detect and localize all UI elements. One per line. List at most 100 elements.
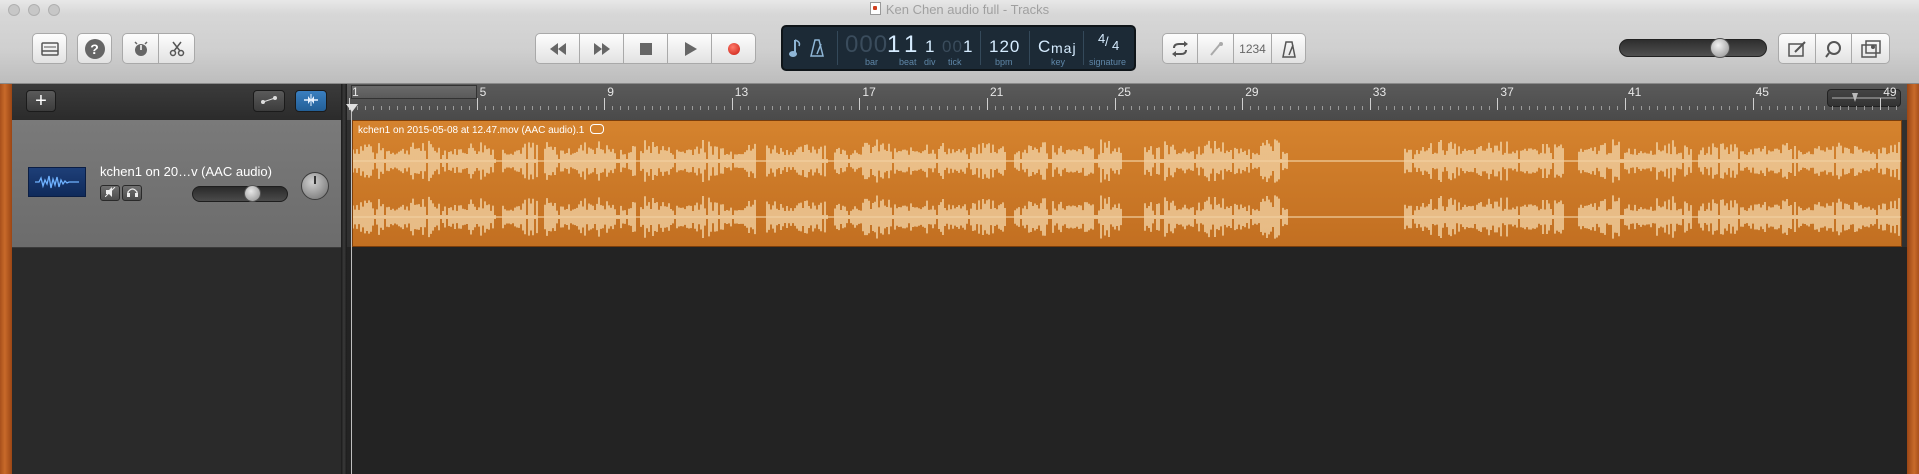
ruler-minor-tick (827, 106, 829, 110)
document-icon (869, 2, 881, 15)
metronome-icon (1281, 40, 1297, 58)
ruler-minor-tick (1744, 106, 1746, 110)
bar-ruler[interactable]: 1 5 9 13 17 21 25 29 33 37 41 45 49 (347, 84, 1907, 121)
ruler-minor-tick (1433, 106, 1435, 110)
ruler-major-tick (1625, 98, 1626, 110)
record-icon (727, 42, 740, 55)
ruler-bar-number: 13 (734, 85, 749, 99)
mute-button[interactable] (100, 185, 120, 201)
notepad-button[interactable] (1778, 33, 1816, 64)
metronome-button[interactable] (1272, 33, 1306, 64)
ruler-minor-tick (675, 106, 677, 110)
ruler-minor-tick (636, 106, 638, 110)
fast-forward-button[interactable] (580, 33, 624, 64)
ruler-minor-tick (1409, 106, 1411, 110)
editors-button[interactable] (159, 33, 195, 64)
ruler-bar-number: 37 (1500, 85, 1514, 99)
media-browser-button[interactable] (1852, 33, 1890, 64)
quick-help-button[interactable]: ? (77, 33, 112, 64)
track-name[interactable]: kchen1 on 20…v (AAC audio) (100, 164, 272, 179)
lcd-key-root[interactable]: C (1038, 37, 1051, 57)
master-volume-knob[interactable] (1709, 38, 1730, 58)
cycle-button[interactable] (1162, 33, 1198, 64)
ruler-minor-tick (1074, 106, 1076, 110)
ruler-minor-tick (963, 106, 965, 110)
ruler-minor-tick (1329, 106, 1331, 110)
ruler-minor-tick (1784, 106, 1786, 110)
library-icon (40, 41, 59, 56)
ruler-minor-tick (1082, 106, 1084, 110)
ruler-minor-tick (803, 106, 805, 110)
ruler-minor-tick (1026, 106, 1028, 110)
loop-browser-button[interactable] (1816, 33, 1852, 64)
record-button[interactable] (712, 33, 756, 64)
track-volume-knob[interactable] (244, 185, 262, 202)
ruler-minor-tick (1672, 106, 1674, 110)
ruler-minor-tick (1513, 106, 1515, 110)
track-volume-slider[interactable] (192, 185, 288, 202)
cycle-region[interactable] (351, 85, 477, 99)
play-button[interactable] (668, 33, 712, 64)
add-track-button[interactable]: + (26, 90, 56, 112)
rewind-button[interactable] (535, 33, 580, 64)
ruler-bar-number: 5 (479, 85, 487, 99)
playhead[interactable] (351, 104, 352, 474)
ruler-bar-number: 17 (862, 85, 876, 99)
ruler-major-tick (1497, 98, 1499, 110)
stop-button[interactable] (624, 33, 668, 64)
ruler-minor-tick (612, 106, 614, 110)
ruler-minor-tick (1282, 106, 1284, 110)
lcd-signature-bottom[interactable]: 4 (1112, 38, 1120, 53)
audio-region[interactable]: kchen1 on 2015-05-08 at 12.47.mov (AAC a… (352, 120, 1902, 247)
ruler-minor-tick (795, 106, 797, 110)
solo-button[interactable] (122, 185, 142, 201)
lcd-bar-leading: 000 (845, 31, 889, 58)
ruler-minor-tick (1553, 106, 1555, 110)
ruler-minor-tick (1098, 106, 1100, 110)
tuner-button[interactable] (1198, 33, 1234, 64)
library-button[interactable] (32, 33, 67, 64)
ruler-minor-tick (899, 106, 901, 110)
track-lane[interactable]: kchen1 on 2015-05-08 at 12.47.mov (AAC a… (347, 120, 1907, 247)
flex-button[interactable] (295, 90, 327, 112)
ruler-minor-tick (1545, 106, 1547, 110)
tracks-empty-area[interactable] (347, 248, 1907, 474)
ruler-minor-tick (1186, 106, 1188, 110)
ruler-minor-tick (500, 106, 502, 110)
ruler-minor-tick (652, 106, 654, 110)
ruler-major-tick (1369, 98, 1371, 110)
ruler-minor-tick (428, 106, 430, 110)
lcd-div: 1 (925, 37, 936, 56)
master-volume-slider[interactable] (1619, 38, 1767, 58)
ruler-minor-tick (1537, 106, 1539, 110)
ruler-minor-tick (907, 106, 909, 110)
lcd-display[interactable]: 000 1 1 1 00 1 bar beat div tick 120 bpm… (781, 25, 1136, 71)
help-icon: ? (84, 38, 105, 59)
lcd-tempo[interactable]: 120 (989, 37, 1020, 57)
ruler-minor-tick (436, 106, 438, 110)
pan-knob[interactable] (301, 172, 329, 200)
ruler-major-tick (1242, 98, 1244, 110)
automation-button[interactable] (253, 90, 285, 112)
lcd-key-mode[interactable]: maj (1051, 40, 1077, 56)
ruler-minor-tick (1250, 106, 1252, 110)
smart-controls-button[interactable] (122, 33, 159, 64)
count-in-button[interactable]: 1234 (1234, 33, 1272, 64)
ruler-minor-tick (715, 106, 717, 110)
track-header[interactable]: kchen1 on 20…v (AAC audio) (12, 120, 341, 248)
track-headers-empty-area[interactable] (12, 248, 341, 474)
lcd-mode-icons[interactable] (787, 27, 833, 69)
ruler-minor-tick (947, 106, 949, 110)
playhead-handle[interactable] (346, 104, 358, 112)
ruler-minor-tick (1800, 106, 1802, 110)
ruler-minor-tick (1385, 106, 1387, 110)
ruler-minor-tick (660, 106, 662, 110)
ruler-minor-tick (835, 106, 837, 110)
lcd-separator (837, 31, 838, 65)
ruler-minor-tick (1577, 106, 1579, 110)
ruler-minor-tick (955, 106, 957, 110)
ruler-minor-tick (1465, 106, 1467, 110)
ruler-bar-number: 49 (1883, 85, 1897, 99)
ruler-minor-tick (787, 106, 789, 110)
lcd-separator (1083, 31, 1084, 65)
